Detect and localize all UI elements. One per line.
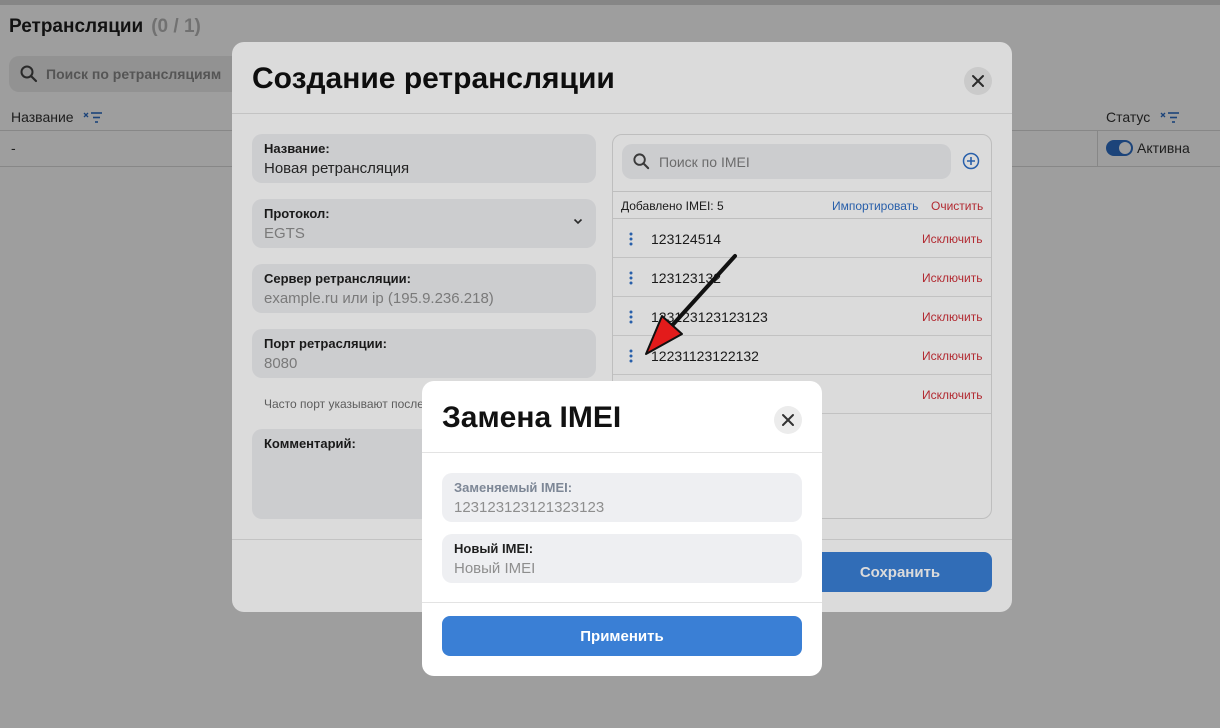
close-button[interactable] bbox=[774, 406, 802, 434]
new-imei-label: Новый IMEI: bbox=[454, 541, 534, 556]
modal-title: Замена IMEI bbox=[442, 401, 622, 434]
divider bbox=[422, 452, 822, 453]
apply-button[interactable]: Применить bbox=[442, 616, 802, 656]
old-imei-value: 123123123121323123 bbox=[454, 499, 605, 516]
replace-imei-modal: Замена IMEI Заменяемый IMEI: 12312312312… bbox=[422, 381, 822, 676]
new-imei-placeholder: Новый IMEI bbox=[454, 560, 536, 577]
old-imei-label: Заменяемый IMEI: bbox=[454, 480, 573, 495]
old-imei-field: Заменяемый IMEI: 123123123121323123 bbox=[442, 473, 802, 522]
divider bbox=[422, 602, 822, 603]
close-icon bbox=[782, 414, 794, 426]
new-imei-field[interactable]: Новый IMEI: Новый IMEI bbox=[442, 534, 802, 583]
